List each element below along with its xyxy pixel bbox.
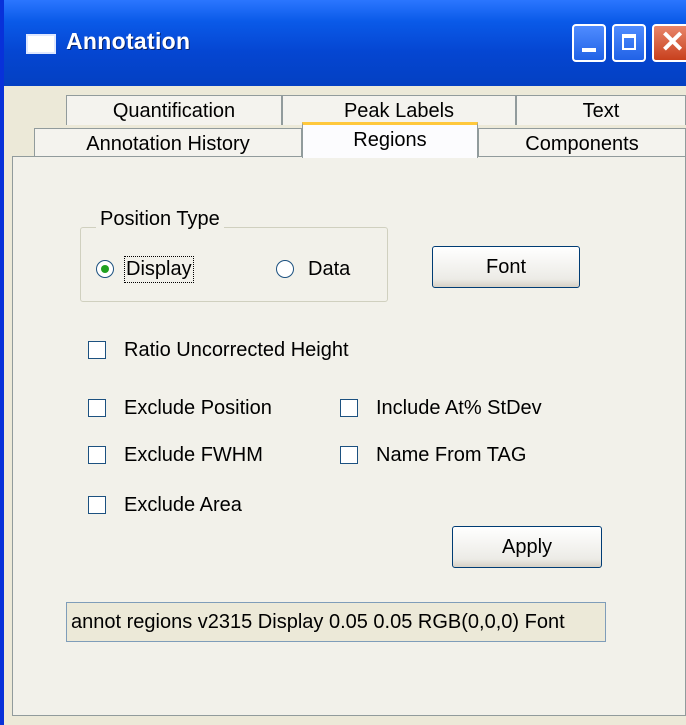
exclude-area-label[interactable]: Exclude Area: [124, 494, 242, 517]
data-radio[interactable]: [276, 260, 294, 278]
exclude-position-label[interactable]: Exclude Position: [124, 397, 272, 420]
command-text-field[interactable]: annot regions v2315 Display 0.05 0.05 RG…: [66, 602, 606, 642]
minimize-button[interactable]: [572, 24, 606, 62]
data-radio-label[interactable]: Data: [308, 258, 350, 281]
tab-annotation-history[interactable]: Annotation History: [34, 128, 302, 158]
window-title: Annotation: [66, 28, 191, 54]
name-from-tag-checkbox[interactable]: [340, 446, 358, 464]
exclude-fwhm-label[interactable]: Exclude FWHM: [124, 444, 263, 467]
display-radio-label[interactable]: Display: [124, 256, 194, 283]
ratio-uncorrected-height-checkbox[interactable]: [88, 341, 106, 359]
maximize-icon: [622, 34, 636, 50]
close-icon: ✕: [660, 26, 686, 59]
name-from-tag-label[interactable]: Name From TAG: [376, 444, 526, 467]
display-radio[interactable]: [96, 260, 114, 278]
annotation-window: Annotation ✕ Quantification Peak Labels …: [0, 0, 686, 725]
window-icon: [26, 34, 56, 54]
exclude-area-checkbox[interactable]: [88, 496, 106, 514]
include-at-stdev-checkbox[interactable]: [340, 399, 358, 417]
exclude-position-checkbox[interactable]: [88, 399, 106, 417]
tab-text[interactable]: Text: [516, 95, 686, 125]
ratio-uncorrected-height-label[interactable]: Ratio Uncorrected Height: [124, 339, 349, 362]
minimize-icon: [582, 48, 596, 52]
tab-regions[interactable]: Regions: [302, 122, 478, 158]
tab-quantification[interactable]: Quantification: [66, 95, 282, 125]
tab-components[interactable]: Components: [478, 128, 686, 158]
position-type-label: Position Type: [96, 208, 224, 231]
tab-peak-labels[interactable]: Peak Labels: [282, 95, 516, 125]
title-bar[interactable]: Annotation ✕: [4, 0, 686, 86]
exclude-fwhm-checkbox[interactable]: [88, 446, 106, 464]
maximize-button[interactable]: [612, 24, 646, 62]
close-button[interactable]: ✕: [652, 24, 686, 62]
font-button[interactable]: Font: [432, 246, 580, 288]
include-at-stdev-label[interactable]: Include At% StDev: [376, 397, 542, 420]
apply-button[interactable]: Apply: [452, 526, 602, 568]
